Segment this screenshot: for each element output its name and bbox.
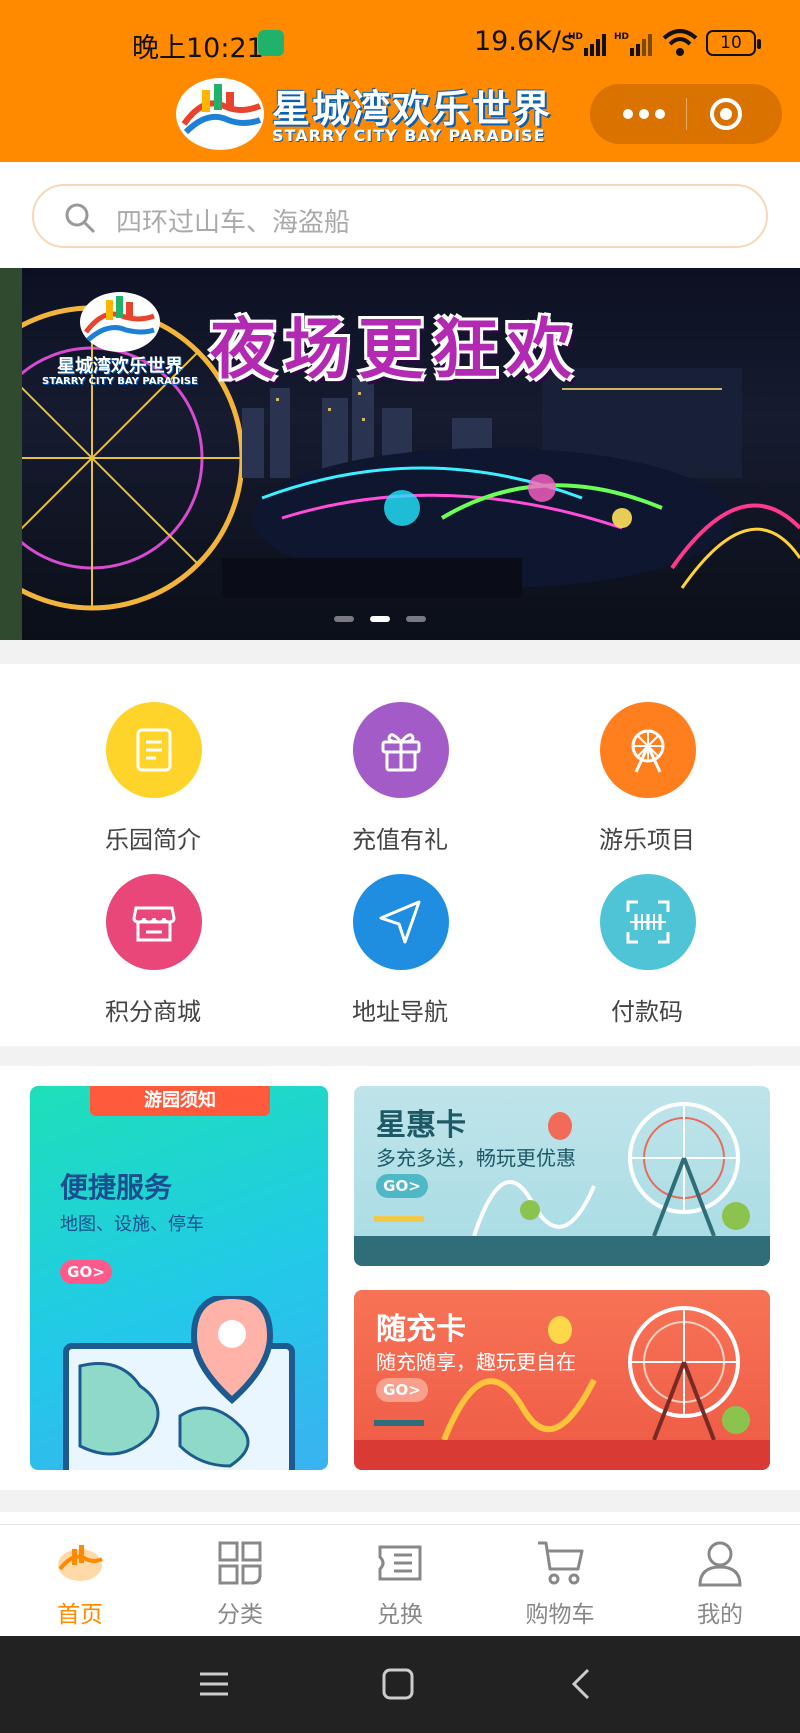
- network-speed: 19.6K/s: [474, 26, 575, 57]
- category-icon: [218, 1541, 262, 1585]
- section-divider: [0, 1490, 800, 1512]
- carousel-dot: [406, 616, 426, 622]
- card-ground: [354, 1236, 770, 1266]
- tab-cart[interactable]: 购物车: [480, 1525, 640, 1637]
- section-divider: [0, 1046, 800, 1066]
- banner-carousel[interactable]: 星城湾欢乐世界 STARRY CITY BAY PARADISE 夜场更狂欢: [0, 268, 800, 640]
- star-card-promo[interactable]: 星惠卡 多充多送，畅玩更优惠 GO>: [354, 1086, 770, 1266]
- card-subtitle: 随充随享，趣玩更自在: [376, 1350, 576, 1374]
- bottom-tab-bar: 首页 分类 兑换 购物车 我的: [0, 1524, 800, 1636]
- shield-icon: [258, 30, 284, 56]
- shortcut-payment-code[interactable]: 付款码: [524, 836, 770, 1026]
- close-miniprogram-icon[interactable]: [708, 96, 744, 132]
- search-input[interactable]: 四环过山车、海盗船: [32, 184, 768, 248]
- back-icon[interactable]: [562, 1664, 602, 1704]
- logo-mark-icon: [176, 78, 264, 150]
- promo-section: 游园须知 便捷服务 地图、设施、停车 GO> 星惠卡 多充多送，畅玩更优惠 GO…: [0, 1066, 800, 1490]
- user-icon: [698, 1541, 742, 1587]
- go-button[interactable]: GO>: [376, 1174, 428, 1198]
- carousel-indicator: [334, 616, 434, 624]
- menu-icon[interactable]: [194, 1664, 234, 1704]
- tab-label: 兑换: [377, 1602, 423, 1628]
- ticket-icon: [378, 1545, 422, 1581]
- wifi-icon: [662, 29, 698, 56]
- gift-icon: [353, 702, 449, 798]
- shortcut-recharge-gift[interactable]: 充值有礼: [277, 664, 523, 854]
- signal-icon: HD: [614, 32, 652, 56]
- shortcut-grid: 乐园简介 充值有礼 游乐项目 积分商城 地址导航 付款码: [0, 664, 800, 1046]
- document-icon: [106, 702, 202, 798]
- tab-label: 我的: [697, 1602, 743, 1628]
- go-button[interactable]: GO>: [376, 1378, 428, 1402]
- system-navigation-bar: [0, 1636, 800, 1733]
- home-icon[interactable]: [378, 1664, 418, 1704]
- scan-code-icon: [600, 874, 696, 970]
- store-icon: [106, 874, 202, 970]
- logo-title: 星城湾欢乐世界: [272, 87, 553, 131]
- card-subtitle: 地图、设施、停车: [60, 1214, 204, 1235]
- app-logo: 星城湾欢乐世界 STARRY CITY BAY PARADISE: [174, 76, 576, 152]
- previous-slide-peek: [0, 268, 22, 640]
- logo-mark-icon: [80, 292, 160, 352]
- card-subtitle: 多充多送，畅玩更优惠: [376, 1146, 576, 1170]
- tab-mine[interactable]: 我的: [640, 1525, 800, 1637]
- status-time: 晚上10:21: [132, 33, 264, 64]
- signal-icon: HD: [568, 32, 606, 56]
- card-title: 星惠卡: [376, 1108, 466, 1143]
- card-tag: 游园须知: [90, 1086, 270, 1116]
- ferris-wheel-icon: [600, 702, 696, 798]
- tab-label: 购物车: [525, 1602, 595, 1628]
- search-icon: [65, 203, 96, 234]
- search-placeholder: 四环过山车、海盗船: [116, 208, 351, 238]
- home-logo-icon: [58, 1545, 103, 1581]
- shortcut-points-mall[interactable]: 积分商城: [30, 836, 276, 1026]
- more-icon[interactable]: [618, 96, 670, 132]
- shortcut-label: 付款码: [611, 998, 683, 1026]
- shortcut-park-intro[interactable]: 乐园简介: [30, 664, 276, 854]
- topup-card-promo[interactable]: 随充卡 随充随享，趣玩更自在 GO>: [354, 1290, 770, 1470]
- tab-exchange[interactable]: 兑换: [320, 1525, 480, 1637]
- tab-label: 首页: [57, 1602, 103, 1628]
- carousel-dot: [334, 616, 354, 622]
- shortcut-label: 地址导航: [352, 998, 448, 1026]
- card-ground: [354, 1440, 770, 1470]
- tab-category[interactable]: 分类: [160, 1525, 320, 1637]
- navigation-icon: [353, 874, 449, 970]
- card-title: 随充卡: [376, 1312, 466, 1347]
- shortcut-rides[interactable]: 游乐项目: [524, 664, 770, 854]
- cart-icon: [538, 1541, 584, 1585]
- shortcut-label: 积分商城: [105, 998, 201, 1026]
- svg-text:HD: HD: [614, 32, 629, 42]
- tab-home[interactable]: 首页: [0, 1525, 160, 1637]
- tab-label: 分类: [217, 1602, 263, 1628]
- miniprogram-capsule: [590, 84, 782, 144]
- section-divider: [0, 640, 800, 664]
- shortcut-navigation[interactable]: 地址导航: [277, 836, 523, 1026]
- top-header: 晚上10:21 19.6K/s HD HD 10 星城湾欢乐世界 STARRY …: [0, 0, 800, 162]
- go-button[interactable]: GO>: [60, 1260, 112, 1284]
- battery-icon: 10: [706, 30, 761, 56]
- banner-logo: 星城湾欢乐世界 STARRY CITY BAY PARADISE: [30, 288, 210, 398]
- banner-title: 夜场更狂欢: [210, 311, 580, 388]
- map-illustration: [63, 1296, 295, 1470]
- logo-subtitle: STARRY CITY BAY PARADISE: [272, 126, 546, 145]
- capsule-divider: [686, 98, 687, 130]
- banner-logo-subtitle: STARRY CITY BAY PARADISE: [42, 376, 198, 387]
- park-guide-card[interactable]: 游园须知 便捷服务 地图、设施、停车 GO>: [30, 1086, 328, 1470]
- card-title: 便捷服务: [60, 1171, 173, 1204]
- banner-logo-title: 星城湾欢乐世界: [57, 356, 183, 377]
- svg-text:HD: HD: [568, 32, 583, 42]
- carousel-dot-active: [370, 616, 390, 622]
- status-bar: 晚上10:21 19.6K/s HD HD 10: [0, 0, 800, 80]
